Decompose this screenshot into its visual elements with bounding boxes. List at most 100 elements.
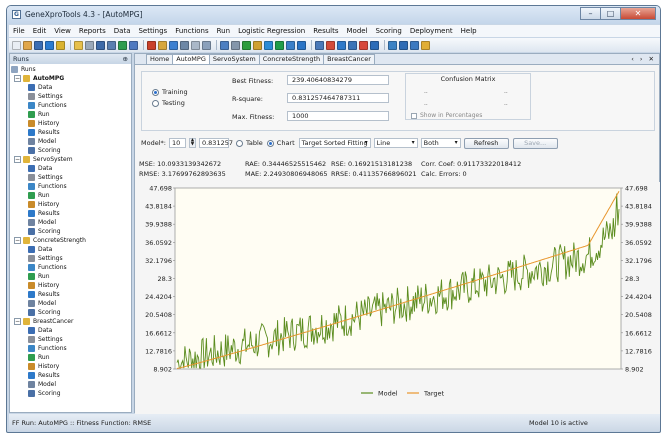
tree-project[interactable]: − BreastCancer [11, 317, 131, 326]
tab-breastcancer[interactable]: BreastCancer [323, 54, 375, 64]
menu-deployment[interactable]: Deployment [406, 27, 457, 35]
folder-icon[interactable] [56, 40, 65, 50]
wand-icon[interactable] [158, 40, 167, 50]
tree-item-settings[interactable]: Settings [11, 92, 131, 101]
tree-item-scoring[interactable]: Scoring [11, 389, 131, 398]
save-button[interactable]: Save... [512, 137, 558, 149]
open-folder-icon[interactable] [23, 40, 32, 50]
chart-radio[interactable] [266, 139, 274, 147]
grid-icon[interactable] [96, 40, 105, 50]
stop-icon[interactable] [180, 40, 189, 50]
function-icon[interactable] [337, 40, 346, 50]
tree-item-results[interactable]: Results [11, 128, 131, 137]
filter-icon[interactable] [253, 40, 262, 50]
refresh-icon[interactable] [220, 40, 229, 50]
new-file-icon[interactable] [12, 40, 21, 50]
tree-item-settings[interactable]: Settings [11, 254, 131, 263]
menu-help[interactable]: Help [457, 27, 481, 35]
save-icon[interactable] [34, 40, 43, 50]
report-icon[interactable] [231, 40, 240, 50]
tree-item-run[interactable]: Run [11, 191, 131, 200]
tab-autompg[interactable]: AutoMPG [172, 54, 210, 64]
menu-edit[interactable]: Edit [29, 27, 51, 35]
threshold-field[interactable]: 0.831257 [198, 138, 233, 148]
tab-home[interactable]: Home [146, 54, 174, 64]
menu-file[interactable]: File [9, 27, 29, 35]
training-radio[interactable]: Training [152, 88, 188, 96]
settings-icon[interactable] [202, 40, 211, 50]
info-icon[interactable] [410, 40, 419, 50]
table-icon[interactable] [107, 40, 116, 50]
collapse-icon[interactable]: − [14, 156, 21, 163]
delete-icon[interactable] [147, 40, 156, 50]
tree-item-functions[interactable]: Functions [11, 101, 131, 110]
export-code-icon[interactable] [370, 40, 379, 50]
tree-item-scoring[interactable]: Scoring [11, 227, 131, 236]
tree-icon[interactable] [297, 40, 306, 50]
tree-item-results[interactable]: Results [11, 371, 131, 380]
menu-scoring[interactable]: Scoring [372, 27, 406, 35]
model-number-field[interactable]: 10 [168, 138, 186, 148]
menu-data[interactable]: Data [110, 27, 135, 35]
model-spinner[interactable]: ▲ ▼ [188, 138, 196, 148]
tree-item-scoring[interactable]: Scoring [11, 146, 131, 155]
tree-item-history[interactable]: History [11, 281, 131, 290]
tree-item-settings[interactable]: Settings [11, 173, 131, 182]
line-style-dropdown[interactable]: Line [373, 138, 418, 148]
tree-item-functions[interactable]: Functions [11, 182, 131, 191]
tree-item-model[interactable]: Model [11, 299, 131, 308]
tree-item-settings[interactable]: Settings [11, 335, 131, 344]
tree-item-run[interactable]: Run [11, 353, 131, 362]
collapse-icon[interactable]: − [14, 318, 21, 325]
menu-reports[interactable]: Reports [75, 27, 110, 35]
tree-item-model[interactable]: Model [11, 218, 131, 227]
tree-item-run[interactable]: Run [11, 110, 131, 119]
tree-item-history[interactable]: History [11, 200, 131, 209]
tree-item-results[interactable]: Results [11, 290, 131, 299]
tree-project[interactable]: − ServoSystem [11, 155, 131, 164]
tree-item-history[interactable]: History [11, 362, 131, 371]
collapse-icon[interactable]: − [14, 237, 21, 244]
tree-item-data[interactable]: Data [11, 326, 131, 335]
minimize-button[interactable]: – [580, 7, 601, 20]
tab-servosystem[interactable]: ServoSystem [208, 54, 260, 64]
menu-model[interactable]: Model [343, 27, 372, 35]
menu-results[interactable]: Results [309, 27, 342, 35]
tree-item-scoring[interactable]: Scoring [11, 308, 131, 317]
pin-icon[interactable]: ⊕ [123, 54, 128, 64]
view-icon[interactable] [388, 40, 397, 50]
maximize-button[interactable]: □ [600, 7, 621, 20]
tree-root[interactable]: Runs [11, 65, 131, 74]
close-button[interactable]: ✕ [620, 7, 656, 20]
tab-concretestrength[interactable]: ConcreteStrength [258, 54, 325, 64]
sort-dropdown[interactable]: Target Sorted Fitting [298, 138, 371, 148]
testing-radio[interactable]: Testing [152, 99, 185, 107]
tree-item-data[interactable]: Data [11, 83, 131, 92]
refresh-button[interactable]: Refresh [463, 137, 509, 149]
tree-item-model[interactable]: Model [11, 137, 131, 146]
copy-icon[interactable] [191, 40, 200, 50]
close-icon[interactable] [359, 40, 368, 50]
tree-item-run[interactable]: Run [11, 272, 131, 281]
excel-icon[interactable] [242, 40, 251, 50]
tree-item-results[interactable]: Results [11, 209, 131, 218]
tree-item-model[interactable]: Model [11, 380, 131, 389]
tree-project[interactable]: − ConcreteStrength [11, 236, 131, 245]
tree-item-functions[interactable]: Functions [11, 344, 131, 353]
menu-functions[interactable]: Functions [171, 27, 212, 35]
model-icon[interactable] [264, 40, 273, 50]
variable-icon[interactable] [348, 40, 357, 50]
tree-item-data[interactable]: Data [11, 245, 131, 254]
tab-nav-arrows[interactable]: ‹ › ✕ [631, 55, 656, 63]
run-icon[interactable] [169, 40, 178, 50]
remove-icon[interactable] [326, 40, 335, 50]
menu-run[interactable]: Run [213, 27, 234, 35]
code-icon[interactable] [315, 40, 324, 50]
collapse-icon[interactable]: − [14, 75, 21, 82]
tree-project[interactable]: − AutoMPG [11, 74, 131, 83]
data-icon[interactable] [129, 40, 138, 50]
chart-icon[interactable] [118, 40, 127, 50]
save-as-icon[interactable] [45, 40, 54, 50]
menu-logistic-regression[interactable]: Logistic Regression [234, 27, 309, 35]
tree-item-data[interactable]: Data [11, 164, 131, 173]
